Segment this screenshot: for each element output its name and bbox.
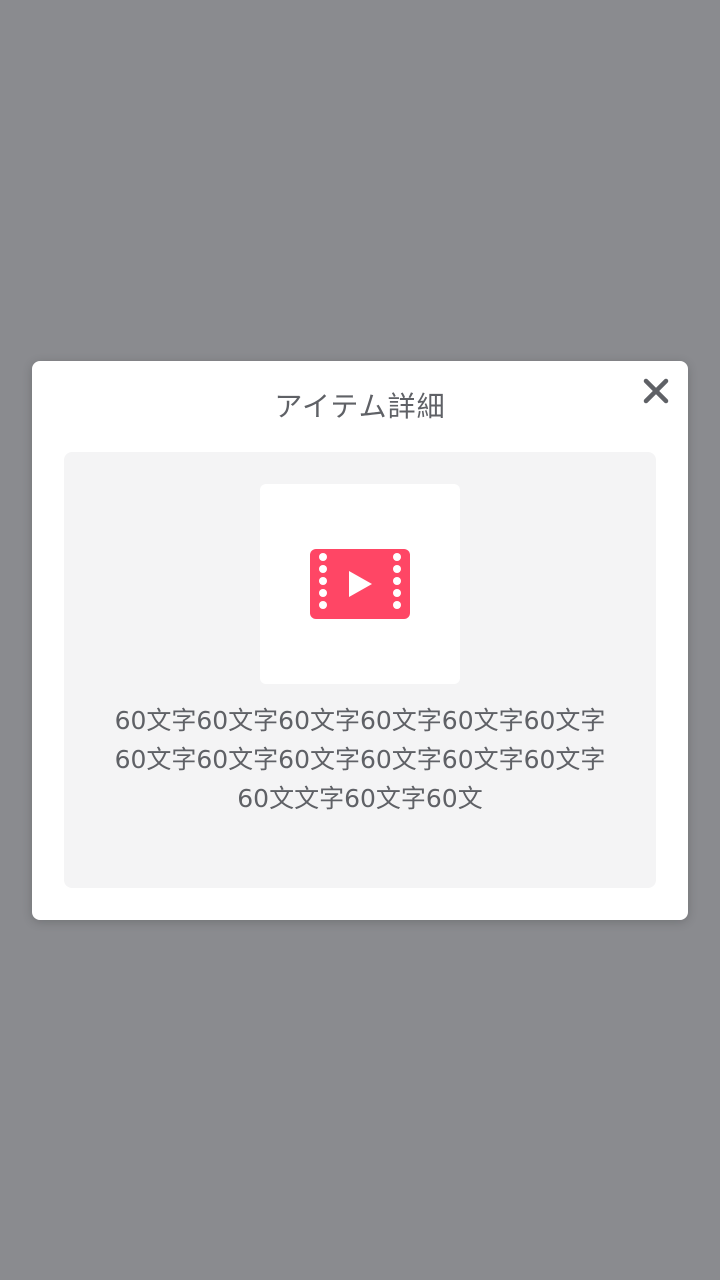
item-thumbnail[interactable] [260,484,460,684]
modal-title: アイテム詳細 [274,390,446,423]
item-detail-panel: 60文字60文字60文字60文字60文字60文字 60文字60文字60文字60文… [64,452,656,888]
description-line: 60文字60文字60文字60文字60文字60文字 [114,706,606,735]
description-line: 60文字60文字60文字60文字60文字60文字 [114,745,606,774]
item-description: 60文字60文字60文字60文字60文字60文字 60文字60文字60文字60文… [94,701,626,818]
close-button[interactable] [638,373,674,409]
video-film-icon [310,549,410,619]
item-detail-modal: アイテム詳細 60文字60文字60文字60文字60文字60文字 60文字60文字… [32,361,688,920]
close-icon [643,378,669,404]
description-line: 60文文字60文字60文 [237,784,483,813]
